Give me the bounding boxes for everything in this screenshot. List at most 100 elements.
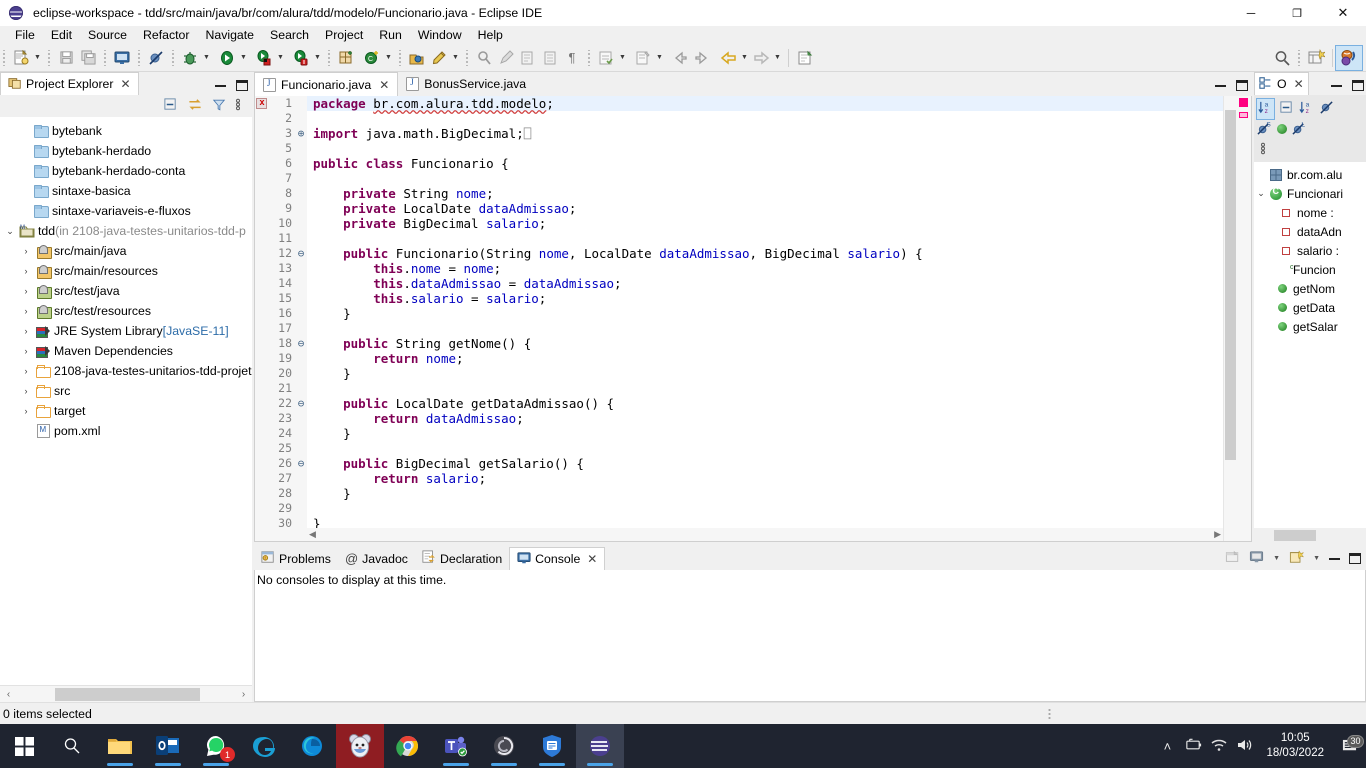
skip-breakpoints-icon[interactable] [145,47,167,69]
menu-run[interactable]: Run [371,26,410,44]
collapse-all-icon[interactable] [1279,100,1294,118]
tree-item-jre-system-library[interactable]: › JRE System Library [JavaSE-11] [0,321,252,341]
tree-item-bytebank-herdado-conta[interactable]: bytebank-herdado-conta [0,161,252,181]
code-line[interactable]: } [307,426,1223,441]
scroll-right-icon[interactable]: ▶ [1214,529,1221,540]
tab-javadoc[interactable]: @ Javadoc [338,547,415,570]
minimize-icon[interactable] [1331,84,1342,87]
back-dropdown-arrow[interactable]: ▼ [739,47,750,69]
internet-explorer[interactable] [240,724,288,768]
maximize-icon[interactable] [1352,80,1364,91]
code-line[interactable] [307,231,1223,246]
search-refactor-icon[interactable] [428,47,450,69]
google-chrome[interactable] [384,724,432,768]
code-line[interactable]: private LocalDate dataAdmissao; [307,201,1223,216]
fold-expand-icon[interactable]: ⊕ [295,126,307,141]
security-app[interactable] [528,724,576,768]
maximize-window-button[interactable]: ❐ [1274,0,1320,26]
code-line[interactable]: this.dataAdmissao = dataAdmissao; [307,276,1223,291]
back-icon[interactable] [717,47,739,69]
code-line[interactable]: public LocalDate getDataAdmissao() { [307,396,1223,411]
code-line[interactable] [307,171,1223,186]
volume-icon[interactable] [1232,738,1258,755]
code-line[interactable]: return salario; [307,471,1223,486]
toggle-breakpoint-icon[interactable] [595,47,617,69]
fold-collapse-icon[interactable]: ⊖ [295,336,307,351]
tab-outline[interactable]: O ✕ [1254,72,1309,95]
minimize-icon[interactable] [215,84,226,87]
collapse-all-icon[interactable] [163,97,178,115]
chevron-right-icon[interactable]: › [18,266,34,276]
next-edit-location-icon[interactable] [691,47,713,69]
show-whitespace-icon[interactable]: ¶ [561,47,583,69]
open-console-view-icon[interactable] [1225,550,1240,567]
hide-local-types-icon[interactable]: L [1292,121,1307,139]
open-type-icon[interactable] [406,47,428,69]
chevron-right-icon[interactable]: › [18,406,34,416]
editor-tab-bonusservice[interactable]: BonusService.java [398,72,534,96]
hscroll-track[interactable] [17,685,235,703]
display-selected-console-icon[interactable] [1249,550,1264,567]
tree-item-src-main-resources[interactable]: › src/main/resources [0,261,252,281]
outlook[interactable] [144,724,192,768]
menu-help[interactable]: Help [470,26,511,44]
open-console-icon[interactable] [1289,550,1305,567]
open-console-icon[interactable] [111,47,133,69]
minimize-icon[interactable] [1215,84,1226,87]
chevron-right-icon[interactable]: › [18,246,34,256]
menu-navigate[interactable]: Navigate [197,26,262,44]
project-tree[interactable]: bytebank bytebank-herdado bytebank-herdado… [0,117,252,685]
code-line[interactable] [307,141,1223,156]
menu-search[interactable]: Search [262,26,317,44]
new-wizard-icon[interactable] [10,47,32,69]
outline-item-funcionari[interactable]: ⌄ Funcionari [1254,184,1366,203]
menu-file[interactable]: File [7,26,43,44]
code-line[interactable]: public Funcionario(String nome, LocalDat… [307,246,1223,261]
hscroll-thumb[interactable] [55,687,200,701]
clock[interactable]: 10:05 18/03/2022 [1258,731,1332,761]
code-line[interactable]: } [307,366,1223,381]
vscroll-thumb[interactable] [1225,110,1236,460]
code-line[interactable]: return dataAdmissao; [307,411,1223,426]
outline-item-dataadn[interactable]: dataAdn [1254,222,1366,241]
outline-item-getnom[interactable]: getNom [1254,279,1366,298]
mouse-app[interactable] [336,724,384,768]
console-body[interactable]: No consoles to display at this time. [254,570,1366,702]
tab-problems[interactable]: ! Problems [254,547,338,570]
whatsapp[interactable]: 1 [192,724,240,768]
maximize-icon[interactable] [1349,553,1361,564]
code-line[interactable]: private BigDecimal salario; [307,216,1223,231]
battery-icon[interactable] [1180,738,1206,755]
code-line[interactable] [307,501,1223,516]
view-menu-icon[interactable] [1260,141,1266,159]
code-line[interactable]: this.salario = salario; [307,291,1223,306]
tab-project-explorer[interactable]: Project Explorer ✕ [0,72,139,95]
display-console-dropdown-arrow[interactable]: ▼ [1273,555,1280,562]
code-line[interactable] [307,381,1223,396]
debug-icon[interactable] [179,47,201,69]
run-external-tools-icon[interactable] [253,47,275,69]
toggle-mark-occurrences-icon[interactable] [473,47,495,69]
outline-item-funcion[interactable]: c Funcion [1254,260,1366,279]
tree-item-target[interactable]: › target [0,401,252,421]
code-line[interactable]: public String getNome() { [307,336,1223,351]
close-icon[interactable]: ✕ [587,552,597,566]
file-explorer[interactable] [96,724,144,768]
folding-gutter[interactable]: ⊕ ⊖ ⊖ ⊖ ⊖ [295,96,307,541]
chevron-right-icon[interactable]: › [18,306,34,316]
outline-item-salario[interactable]: salario : [1254,241,1366,260]
tab-console[interactable]: Console ✕ [509,547,606,570]
fold-collapse-icon[interactable]: ⊖ [295,246,307,261]
scroll-left-icon[interactable]: ‹ [0,689,17,700]
toolbar-drag-handle[interactable] [2,49,6,66]
tree-item-bytebank-herdado[interactable]: bytebank-herdado [0,141,252,161]
external-tools-dropdown-arrow[interactable]: ▼ [275,47,286,69]
editor-hscrollbar[interactable]: ◀ ▶ [307,528,1223,541]
code-line[interactable] [307,321,1223,336]
code-line[interactable]: import java.math.BigDecimal;⎕ [307,126,1223,141]
run-dropdown-arrow[interactable]: ▼ [238,47,249,69]
outline-item-getdata[interactable]: getData [1254,298,1366,317]
previous-edit-location-icon[interactable] [669,47,691,69]
fold-collapse-icon[interactable]: ⊖ [295,396,307,411]
spiral-app[interactable] [480,724,528,768]
